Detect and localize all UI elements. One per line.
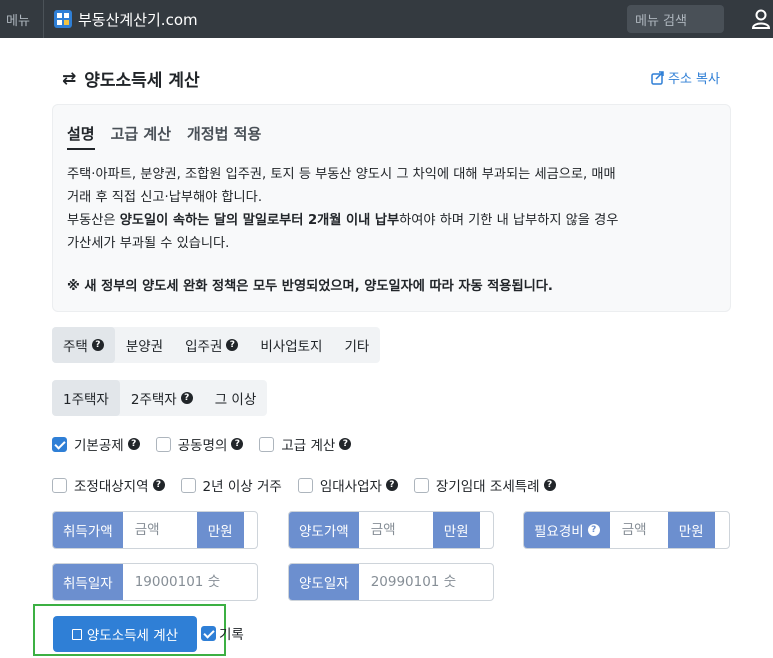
description-line: 주택·아파트, 분양권, 조합원 입주권, 토지 등 부동산 양도시 그 차익에…	[67, 167, 616, 182]
record-checkbox[interactable]: 기록	[201, 623, 244, 643]
calculate-button[interactable]: 양도소득세 계산	[53, 616, 197, 652]
expenses-group: 필요경비? 만원	[523, 511, 730, 549]
type-house-button[interactable]: 주택?	[52, 327, 115, 363]
unit-label: 만원	[196, 512, 244, 548]
checkbox[interactable]	[52, 477, 67, 493]
calculator-icon	[71, 628, 82, 640]
options-row-2: 조정대상지역? 2년 이상 거주 임대사업자? 장기임대 조세특례?	[52, 475, 572, 495]
acquisition-date-input[interactable]	[122, 564, 253, 600]
one-house-button[interactable]: 1주택자	[52, 380, 120, 416]
checkbox[interactable]	[297, 477, 313, 493]
help-icon[interactable]: ?	[152, 479, 165, 491]
help-icon[interactable]: ?	[385, 479, 398, 491]
advanced-calc-checkbox[interactable]: 고급 계산?	[259, 434, 352, 454]
copy-address-label: 주소 복사	[668, 72, 720, 87]
checkbox[interactable]	[259, 436, 275, 452]
info-panel: 설명 고급 계산 개정법 적용 주택·아파트, 분양권, 조합원 입주권, 토지…	[52, 104, 731, 312]
description-text: 주택·아파트, 분양권, 조합원 입주권, 토지 등 부동산 양도시 그 차익에…	[67, 163, 723, 255]
calculator-logo-icon	[54, 10, 72, 28]
acquisition-price-input[interactable]	[122, 512, 197, 548]
checkbox[interactable]	[201, 625, 216, 641]
page-title-text: 양도소득세 계산	[84, 71, 200, 91]
unit-label: 만원	[432, 512, 480, 548]
more-houses-button[interactable]: 그 이상	[204, 380, 268, 416]
top-navbar: 메뉴 부동산계산기.com 메뉴 검색	[0, 0, 773, 38]
acquisition-price-group: 취득가액 만원	[52, 511, 258, 549]
unit-label: 만원	[667, 512, 715, 548]
policy-notice: ※ 새 정부의 양도세 완화 정책은 모두 반영되었으며, 양도일자에 따라 자…	[67, 279, 553, 294]
transfer-date-input[interactable]	[358, 564, 489, 600]
checkbox[interactable]	[52, 436, 67, 452]
help-icon[interactable]: ?	[127, 438, 140, 450]
transfer-date-group: 양도일자	[288, 563, 494, 601]
long-term-rental-checkbox[interactable]: 장기임대 조세특례?	[413, 475, 556, 495]
checkbox[interactable]	[155, 436, 171, 452]
expenses-label: 필요경비?	[524, 512, 610, 548]
acquisition-date-label: 취득일자	[53, 564, 123, 600]
help-icon[interactable]: ?	[231, 438, 244, 450]
two-house-button[interactable]: 2주택자?	[120, 380, 204, 416]
acquisition-price-label: 취득가액	[53, 512, 123, 548]
record-label: 기록	[219, 627, 244, 643]
type-non-business-land-button[interactable]: 비사업토지	[249, 327, 333, 363]
help-icon[interactable]: ?	[180, 392, 193, 404]
type-other-button[interactable]: 기타	[333, 327, 380, 363]
property-type-group: 주택? 분양권 입주권? 비사업토지 기타	[52, 327, 381, 363]
help-icon[interactable]: ?	[587, 524, 600, 536]
description-line: 부동산은 양도일이 속하는 달의 말일로부터 2개월 이내 납부하여야 하며 기…	[67, 213, 619, 228]
description-line: 가산세가 부과될 수 있습니다.	[67, 236, 230, 251]
expenses-input[interactable]	[609, 512, 668, 548]
rental-business-checkbox[interactable]: 임대사업자?	[297, 475, 398, 495]
two-year-residence-checkbox[interactable]: 2년 이상 거주	[180, 475, 282, 495]
help-icon[interactable]: ?	[339, 438, 352, 450]
checkbox[interactable]	[180, 477, 196, 493]
help-icon[interactable]: ?	[226, 339, 239, 351]
tab-revised-law[interactable]: 개정법 적용	[187, 123, 261, 150]
calculate-button-label: 양도소득세 계산	[86, 628, 179, 644]
transfer-price-input[interactable]	[358, 512, 433, 548]
deadline-highlight: 양도일이 속하는 달의 말일로부터 2개월 이내 납부	[119, 213, 400, 228]
info-tabs: 설명 고급 계산 개정법 적용	[67, 123, 261, 150]
house-count-group: 1주택자 2주택자? 그 이상	[52, 380, 268, 416]
acquisition-date-group: 취득일자	[52, 563, 258, 601]
options-row-1: 기본공제? 공동명의? 고급 계산?	[52, 434, 367, 454]
transfer-date-label: 양도일자	[289, 564, 359, 600]
user-icon[interactable]	[751, 8, 771, 30]
menu-search-input[interactable]: 메뉴 검색	[627, 5, 724, 33]
swap-arrows-icon: ⇄	[62, 68, 77, 89]
brand-name: 부동산계산기.com	[78, 10, 198, 29]
type-presale-button[interactable]: 분양권	[115, 327, 174, 363]
menu-button[interactable]: 메뉴	[0, 0, 44, 38]
regulated-area-checkbox[interactable]: 조정대상지역?	[52, 475, 165, 495]
tab-advanced[interactable]: 고급 계산	[111, 123, 171, 150]
copy-address-link[interactable]: 주소 복사	[651, 68, 720, 87]
checkbox[interactable]	[413, 477, 429, 493]
help-icon[interactable]: ?	[543, 479, 556, 491]
brand-link[interactable]: 부동산계산기.com	[54, 9, 198, 30]
description-line: 거래 후 직접 신고·납부해야 합니다.	[67, 190, 263, 205]
type-occupancy-right-button[interactable]: 입주권?	[174, 327, 249, 363]
page-title: ⇄ 양도소득세 계산	[62, 66, 200, 92]
basic-deduction-checkbox[interactable]: 기본공제?	[52, 434, 140, 454]
transfer-price-label: 양도가액	[289, 512, 359, 548]
tab-description[interactable]: 설명	[67, 123, 95, 150]
help-icon[interactable]: ?	[91, 339, 104, 351]
joint-ownership-checkbox[interactable]: 공동명의?	[155, 434, 244, 454]
share-icon	[651, 70, 664, 85]
transfer-price-group: 양도가액 만원	[288, 511, 494, 549]
